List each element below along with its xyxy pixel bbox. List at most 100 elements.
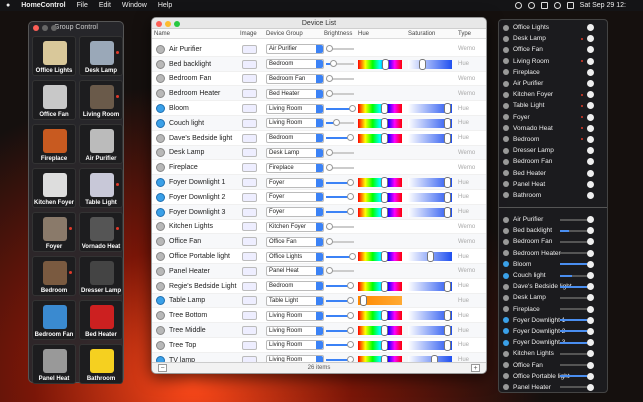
group-menu-item[interactable]: Bedroom Fan	[503, 156, 603, 167]
device-menu-item[interactable]: Panel Heater	[503, 382, 603, 392]
device-menu-item[interactable]: Fireplace	[503, 304, 603, 315]
device-group-select[interactable]: Office Fan	[266, 236, 324, 247]
col-saturation[interactable]: Saturation	[408, 31, 435, 37]
device-group-select[interactable]: Bedroom	[266, 59, 324, 70]
group-menu-item[interactable]: Dresser Lamp	[503, 145, 603, 156]
device-image-icon[interactable]	[242, 74, 257, 84]
device-group-select[interactable]: Living Room	[266, 325, 324, 336]
device-group-select[interactable]: Air Purifier	[266, 44, 324, 55]
device-group-select[interactable]: Table Light	[266, 295, 324, 306]
slider-knob[interactable]	[587, 283, 594, 291]
device-menu-item[interactable]: Bedroom Fan	[503, 236, 603, 247]
slider-knob[interactable]	[587, 361, 594, 369]
device-menu-item[interactable]: Air Purifier	[503, 214, 603, 225]
slider-knob[interactable]	[587, 350, 594, 358]
table-row[interactable]: Kitchen Lights Kitchen Foyer Wemo	[152, 220, 486, 235]
slider-knob[interactable]	[587, 294, 594, 302]
power-toggle-icon[interactable]	[156, 326, 165, 336]
col-image[interactable]: Image	[240, 31, 257, 37]
device-image-icon[interactable]	[242, 178, 257, 188]
power-toggle-icon[interactable]	[156, 311, 165, 321]
zoom-button[interactable]	[51, 25, 57, 31]
device-menu-item[interactable]: Bloom	[503, 259, 603, 270]
menu-window[interactable]: Window	[122, 2, 147, 9]
table-row[interactable]: Tree Bottom Living Room Hue	[152, 308, 486, 324]
time-machine-icon[interactable]	[527, 2, 535, 9]
app-menu[interactable]: HomeControl	[21, 2, 65, 9]
hue-slider[interactable]	[358, 325, 402, 337]
saturation-slider[interactable]	[408, 103, 452, 115]
table-row[interactable]: Table Lamp Table Light Hue	[152, 293, 486, 309]
device-group-select[interactable]: Bedroom Fan	[266, 73, 324, 84]
hue-slider[interactable]	[358, 191, 402, 203]
brightness-slider[interactable]	[326, 60, 354, 68]
saturation-slider[interactable]	[408, 339, 452, 351]
device-image-icon[interactable]	[242, 104, 257, 114]
slider-knob[interactable]	[587, 272, 594, 280]
battery-icon[interactable]	[566, 2, 574, 9]
saturation-slider[interactable]	[408, 251, 452, 263]
saturation-slider[interactable]	[408, 132, 452, 144]
group-toggle[interactable]	[587, 158, 594, 166]
brightness-slider[interactable]	[326, 326, 354, 334]
table-row[interactable]: Dave's Bedside light Bedroom Hue	[152, 131, 486, 146]
group-menu-item[interactable]: Office Lights	[503, 22, 603, 33]
power-toggle-icon[interactable]	[156, 281, 165, 291]
clock[interactable]: Sat Sep 29 12:	[580, 2, 626, 9]
slider-knob[interactable]	[587, 260, 594, 268]
table-row[interactable]: Regie's Bedside Light Bedroom Hue	[152, 279, 486, 294]
device-group-select[interactable]: Foyer	[266, 207, 324, 218]
group-toggle[interactable]	[587, 135, 594, 143]
saturation-slider[interactable]	[408, 280, 452, 292]
device-menu-item[interactable]: Couch light	[503, 270, 603, 281]
device-image-icon[interactable]	[242, 148, 257, 158]
group-menu-item[interactable]: Kitchen Foyer	[503, 89, 603, 100]
brightness-slider[interactable]	[326, 282, 354, 290]
close-button[interactable]	[156, 21, 162, 27]
group-tile[interactable]: Foyer	[32, 212, 76, 252]
device-image-icon[interactable]	[242, 266, 257, 276]
group-tile[interactable]: Office Fan	[32, 80, 76, 120]
brightness-slider[interactable]	[326, 193, 354, 201]
saturation-slider[interactable]	[408, 117, 452, 129]
group-tile[interactable]: Bathroom	[79, 344, 123, 384]
hue-slider[interactable]	[358, 280, 402, 292]
slider-knob[interactable]	[587, 305, 594, 313]
group-toggle[interactable]	[587, 57, 594, 65]
brightness-slider[interactable]	[326, 45, 354, 53]
group-toggle[interactable]	[587, 191, 594, 199]
group-tile[interactable]: Office Lights	[32, 36, 76, 76]
table-row[interactable]: Couch light Living Room Hue	[152, 115, 486, 131]
remove-button[interactable]: −	[158, 364, 167, 372]
brightness-slider[interactable]	[560, 386, 590, 389]
slider-knob[interactable]	[587, 372, 594, 380]
col-brightness[interactable]: Brightness	[324, 31, 352, 37]
menu-help[interactable]: Help	[158, 2, 172, 9]
device-image-icon[interactable]	[242, 281, 257, 291]
device-menu-item[interactable]: Bed backlight	[503, 225, 603, 236]
brightness-slider[interactable]	[326, 134, 354, 142]
col-group[interactable]: Device Group	[266, 31, 303, 37]
minimize-button[interactable]	[42, 25, 48, 31]
hue-slider[interactable]	[358, 103, 402, 115]
group-toggle[interactable]	[587, 147, 594, 155]
wifi-icon[interactable]	[553, 2, 561, 9]
table-row[interactable]: Bed backlight Bedroom Hue	[152, 56, 486, 72]
group-tile[interactable]: Bed Heater	[79, 300, 123, 340]
hue-slider[interactable]	[358, 177, 402, 189]
device-group-select[interactable]: Foyer	[266, 177, 324, 188]
brightness-slider[interactable]	[560, 229, 590, 232]
table-row[interactable]: Tree Top Living Room Hue	[152, 338, 486, 353]
table-row[interactable]: Air Purifier Air Purifier Wemo	[152, 42, 486, 57]
table-row[interactable]: Bedroom Heater Bed Heater Wemo	[152, 86, 486, 102]
brightness-slider[interactable]	[326, 296, 354, 304]
brightness-slider[interactable]	[560, 352, 590, 355]
device-image-icon[interactable]	[242, 163, 257, 173]
device-group-select[interactable]: Living Room	[266, 340, 324, 351]
group-menu-item[interactable]: Table Light	[503, 100, 603, 111]
brightness-slider[interactable]	[326, 89, 354, 97]
device-image-icon[interactable]	[242, 311, 257, 321]
device-image-icon[interactable]	[242, 59, 257, 69]
table-row[interactable]: Tree Middle Living Room Hue	[152, 323, 486, 338]
group-toggle[interactable]	[587, 46, 594, 54]
